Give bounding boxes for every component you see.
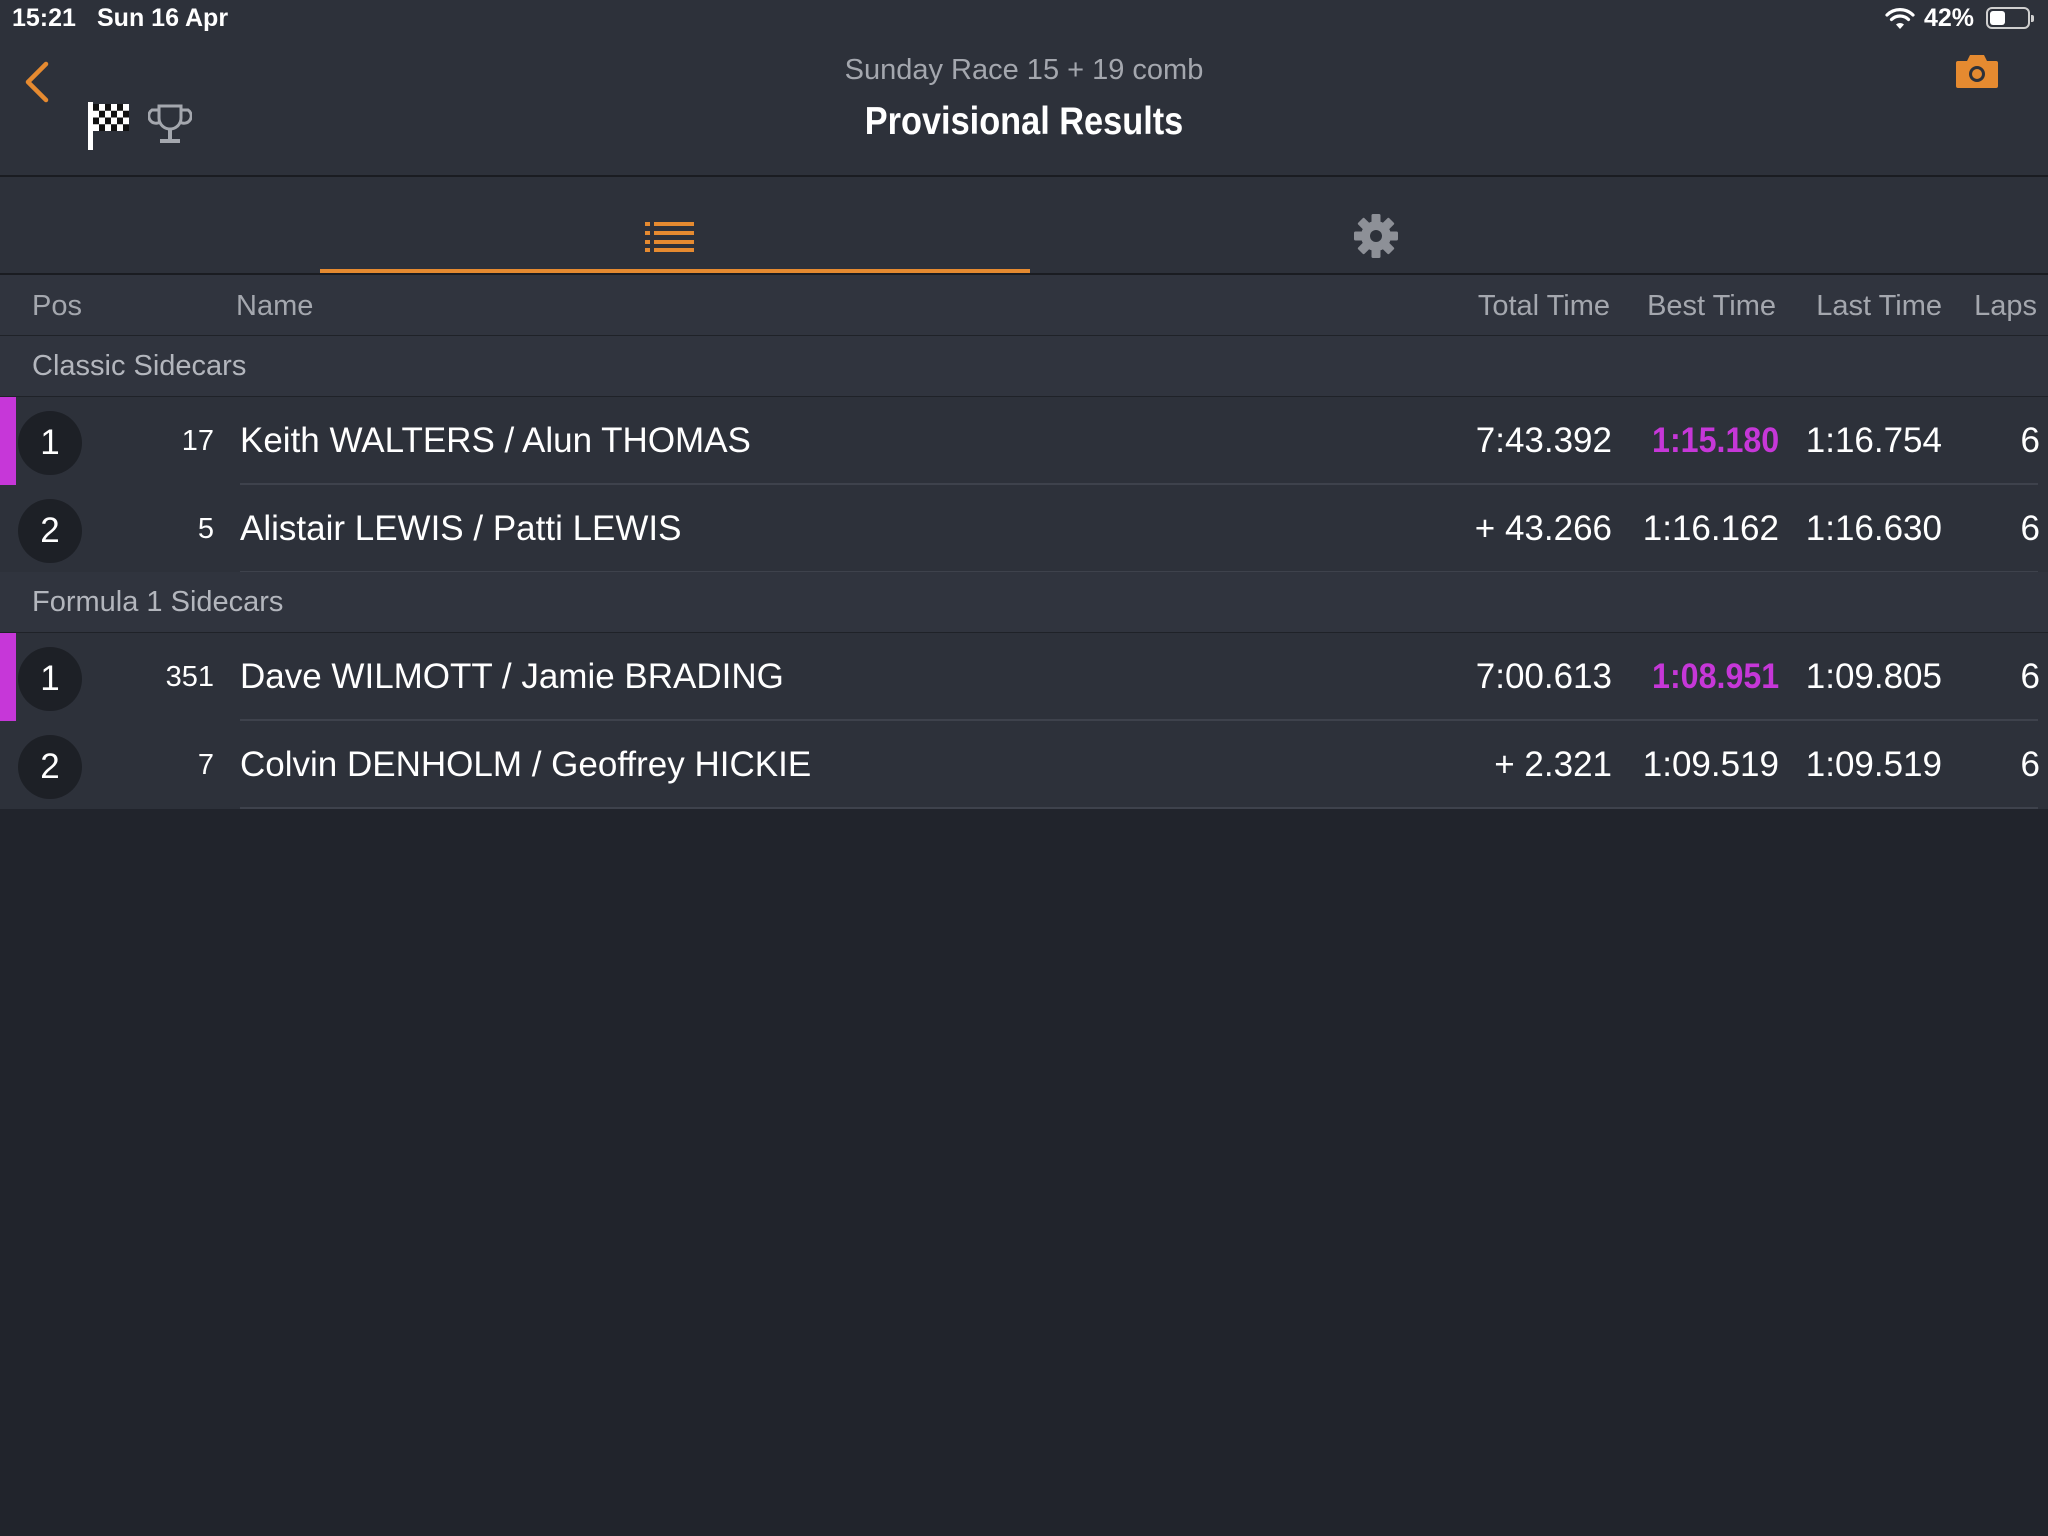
total-time: 7:00.613 [1475,657,1612,696]
laps-count: 6 [2020,745,2040,784]
race-number: 17 [181,425,214,457]
group-label: Classic Sidecars [32,350,247,382]
column-header-last-time[interactable]: Last Time [1816,290,1942,323]
race-number: 5 [197,513,214,545]
driver-names: Dave WILMOTT / Jamie BRADING [240,657,784,696]
driver-names: Colvin DENHOLM / Geoffrey HICKIE [240,745,812,784]
active-tab-indicator [320,269,1030,273]
last-time: 1:09.519 [1805,745,1942,784]
total-time: 7:43.392 [1475,421,1612,460]
race-number: 7 [197,749,214,781]
last-time: 1:16.630 [1805,509,1942,548]
laps-count: 6 [2020,421,2040,460]
race-number: 351 [165,661,214,693]
column-header-name[interactable]: Name [236,290,313,323]
total-time: + 43.266 [1474,509,1612,548]
group-header: Formula 1 Sidecars [0,572,2048,633]
position-value: 2 [40,747,60,786]
column-header-pos[interactable]: Pos [32,290,82,323]
last-time: 1:09.805 [1805,657,1942,696]
driver-names: Keith WALTERS / Alun THOMAS [240,421,751,460]
group-header: Classic Sidecars [0,336,2048,397]
leader-indicator [0,397,16,485]
table-row[interactable]: 1 17 Keith WALTERS / Alun THOMAS 7:43.39… [0,397,2048,485]
position-value: 1 [40,659,60,698]
list-icon [645,222,694,252]
laps-count: 6 [2020,657,2040,696]
page-subtitle: Sunday Race 15 + 19 comb [844,54,1204,86]
column-header-laps[interactable]: Laps [1974,290,2037,323]
driver-names: Alistair LEWIS / Patti LEWIS [240,509,682,548]
gear-icon [1354,214,1398,258]
status-date: Sun 16 Apr [97,4,229,32]
leader-indicator [0,633,16,721]
camera-icon [1956,55,1998,88]
last-time: 1:16.754 [1805,421,1942,460]
best-time: 1:15.180 [1651,421,1779,460]
position-value: 2 [40,511,60,550]
column-header-total-time[interactable]: Total Time [1478,290,1610,323]
battery-icon [1986,7,2034,29]
tab-settings[interactable] [1100,177,1650,273]
battery-fill [1990,11,2005,25]
tab-results-list[interactable] [320,177,1030,273]
row-divider [240,807,2038,809]
best-time: 1:08.951 [1651,657,1779,696]
table-row[interactable]: 2 7 Colvin DENHOLM / Geoffrey HICKIE + 2… [0,721,2048,809]
laps-count: 6 [2020,509,2040,548]
battery-percentage: 42% [1924,4,1975,32]
group-label: Formula 1 Sidecars [32,586,284,618]
table-row[interactable]: 1 351 Dave WILMOTT / Jamie BRADING 7:00.… [0,633,2048,721]
total-time: + 2.321 [1494,745,1612,784]
page-title: Provisional Results [864,100,1184,143]
column-header-best-time[interactable]: Best Time [1647,290,1776,323]
header-bar [0,0,2048,177]
camera-button[interactable] [1954,52,2000,95]
table-row[interactable]: 2 5 Alistair LEWIS / Patti LEWIS + 43.26… [0,485,2048,573]
best-time: 1:09.519 [1642,745,1779,784]
position-value: 1 [40,423,60,462]
best-time: 1:16.162 [1642,509,1779,548]
wifi-icon [1885,8,1915,29]
status-time: 15:21 [12,4,76,32]
